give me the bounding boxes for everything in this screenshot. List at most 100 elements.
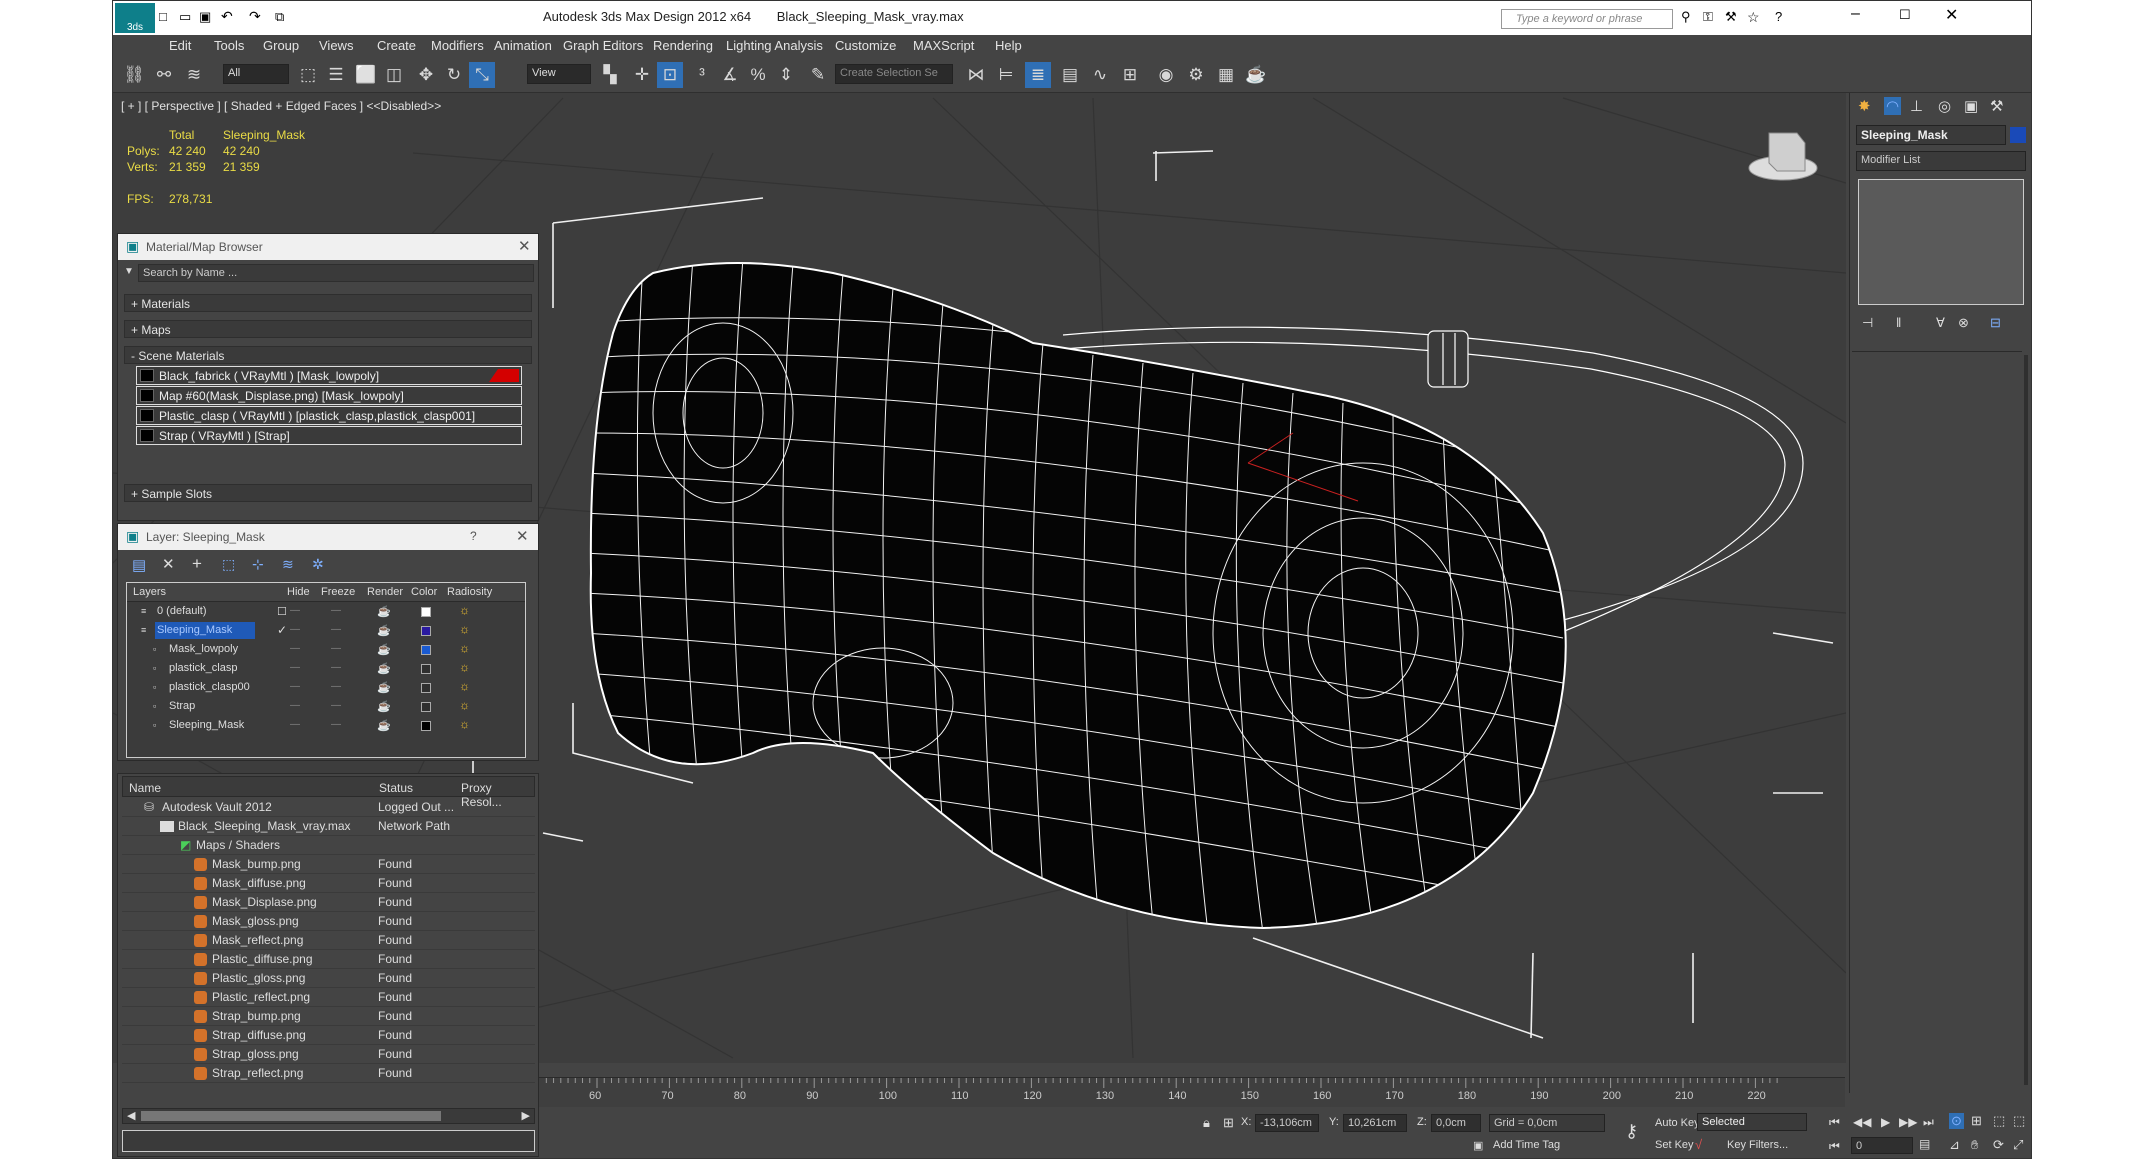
maximize-icon[interactable]: ☐	[1899, 7, 1911, 23]
help-icon[interactable]: ?	[1775, 9, 1782, 24]
layer-color-swatch[interactable]	[421, 626, 431, 636]
binoculars-icon[interactable]: ⚲	[1681, 9, 1691, 25]
material-search-input[interactable]: Search by Name ...	[138, 264, 534, 282]
object-color-swatch[interactable]	[2010, 127, 2026, 143]
layer-row[interactable]: ≡ 0 (default) ☐ — — ☕ ☼	[127, 603, 512, 622]
layer-color-swatch[interactable]	[421, 702, 431, 712]
named-selection-dropdown[interactable]: Create Selection Se	[835, 64, 953, 84]
rotate-icon[interactable]: ↻	[441, 62, 467, 88]
freeze-toggle-icon[interactable]: —	[331, 643, 341, 654]
pan-icon[interactable]: ✋︎	[1971, 1137, 1978, 1153]
key-filter-set-dropdown[interactable]: Selected	[1697, 1113, 1807, 1131]
col-color[interactable]: Color	[411, 586, 437, 598]
graphite-ribbon-icon[interactable]: ▤	[1057, 62, 1083, 88]
col-render[interactable]: Render	[367, 586, 403, 598]
new-file-icon[interactable]: □	[159, 9, 167, 24]
layer-expand-icon[interactable]: ▫	[153, 663, 156, 673]
render-toggle-icon[interactable]: ☕	[377, 624, 391, 637]
asset-row-vault[interactable]: ⛁ Autodesk Vault 2012 Logged Out ...	[122, 798, 535, 817]
layer-row[interactable]: ≡ Sleeping_Mask ✓ — — ☕ ☼	[127, 622, 512, 641]
hide-toggle-icon[interactable]: —	[290, 643, 300, 654]
hide-toggle-icon[interactable]: —	[290, 700, 300, 711]
select-by-name-icon[interactable]: ☰	[323, 62, 349, 88]
go-to-start-icon[interactable]: ⏮	[1829, 1115, 1840, 1130]
field-of-view-icon[interactable]: ⊿	[1949, 1137, 1960, 1153]
menu-modifiers[interactable]: Modifiers	[431, 38, 484, 53]
open-file-icon[interactable]: ▭	[179, 9, 191, 25]
menu-create[interactable]: Create	[377, 38, 416, 53]
y-coordinate-field[interactable]: 10,261cm	[1343, 1114, 1407, 1132]
group-maps[interactable]: + Maps	[124, 320, 532, 338]
remove-modifier-icon[interactable]: ⊗	[1958, 315, 1969, 331]
add-to-layer-icon[interactable]: +	[192, 554, 202, 574]
mirror-icon[interactable]: ⋈	[963, 62, 989, 88]
tools-icon[interactable]: ⚒	[1725, 9, 1737, 25]
scroll-right-icon[interactable]: ▶	[522, 1109, 530, 1122]
menu-tools[interactable]: Tools	[214, 38, 244, 53]
next-frame-icon[interactable]: ▶▶	[1899, 1115, 1917, 1129]
auto-key-button[interactable]: Auto Key	[1655, 1117, 1700, 1129]
render-toggle-icon[interactable]: ☕	[377, 662, 391, 675]
freeze-toggle-icon[interactable]: —	[331, 624, 341, 635]
rendered-frame-icon[interactable]: ▦	[1213, 62, 1239, 88]
window-crossing-icon[interactable]: ◫	[381, 62, 407, 88]
key-mode-toggle-icon[interactable]: ⏮	[1829, 1139, 1840, 1154]
absolute-mode-icon[interactable]: ⊞	[1223, 1115, 1234, 1131]
radiosity-toggle-icon[interactable]: ☼	[459, 660, 470, 674]
unlink-icon[interactable]: ⚯	[151, 62, 177, 88]
radiosity-toggle-icon[interactable]: ☼	[459, 641, 470, 655]
radiosity-toggle-icon[interactable]: ☼	[459, 698, 470, 712]
close-icon[interactable]: ✕	[1945, 5, 1958, 25]
render-toggle-icon[interactable]: ☕	[377, 605, 391, 618]
minimize-icon[interactable]: –	[1851, 5, 1860, 23]
keyboard-shortcut-icon[interactable]: ⊡	[657, 62, 683, 88]
timeline[interactable]: 60 70 80 90 100 110 120 130 140 150 160 170 180 190 20…	[539, 1077, 1845, 1107]
layer-expand-icon[interactable]: ≡	[141, 606, 146, 616]
app-logo-icon[interactable]: 3ds	[115, 3, 155, 33]
lock-selection-icon[interactable]: 🔒︎	[1203, 1115, 1210, 1131]
layer-expand-icon[interactable]: ▫	[153, 720, 156, 730]
render-setup-icon[interactable]: ⚙	[1183, 62, 1209, 88]
create-layer-icon[interactable]: ▤	[132, 556, 146, 574]
modifier-stack[interactable]	[1858, 179, 2024, 305]
hide-toggle-icon[interactable]: —	[290, 719, 300, 730]
radiosity-toggle-icon[interactable]: ☼	[459, 679, 470, 693]
edit-named-selection-icon[interactable]: ✎	[805, 62, 831, 88]
col-status[interactable]: Status	[379, 781, 413, 795]
zoom-all-icon[interactable]: ⊞	[1971, 1113, 1982, 1129]
scene-material-item[interactable]: Black_fabrick ( VRayMtl ) [Mask_lowpoly]	[136, 366, 522, 385]
render-toggle-icon[interactable]: ☕	[377, 719, 391, 732]
asset-row-file[interactable]: Black_Sleeping_Mask_vray.max Network Pat…	[122, 817, 535, 836]
delete-layer-icon[interactable]: ✕	[162, 555, 175, 573]
hide-toggle-icon[interactable]: —	[290, 662, 300, 673]
col-layers[interactable]: Layers	[133, 586, 166, 598]
menu-group[interactable]: Group	[263, 38, 299, 53]
render-toggle-icon[interactable]: ☕	[377, 700, 391, 713]
hide-toggle-icon[interactable]: —	[290, 605, 300, 616]
col-hide[interactable]: Hide	[287, 586, 310, 598]
save-icon[interactable]: ▣	[199, 9, 211, 25]
asset-file-row[interactable]: Plastic_reflect.png Found	[122, 988, 535, 1007]
group-materials[interactable]: + Materials	[124, 294, 532, 312]
asset-file-row[interactable]: Strap_reflect.png Found	[122, 1064, 535, 1083]
asset-file-row[interactable]: Strap_diffuse.png Found	[122, 1026, 535, 1045]
freeze-toggle-icon[interactable]: —	[331, 700, 341, 711]
snaps-toggle-icon[interactable]: ³	[689, 62, 715, 88]
layer-row[interactable]: ▫ Mask_lowpoly — — ☕ ☼	[127, 641, 512, 660]
align-icon[interactable]: ⊨	[993, 62, 1019, 88]
go-to-end-icon[interactable]: ⏭	[1923, 1115, 1934, 1130]
hide-toggle-icon[interactable]: —	[290, 624, 300, 635]
set-key-icon[interactable]: √	[1695, 1137, 1702, 1152]
rollout-scrollbar[interactable]	[2024, 355, 2028, 1085]
asset-file-row[interactable]: Mask_Displase.png Found	[122, 893, 535, 912]
time-config-icon[interactable]: ▤	[1919, 1137, 1930, 1151]
move-icon[interactable]: ✥	[413, 62, 439, 88]
layer-color-swatch[interactable]	[421, 683, 431, 693]
layer-color-swatch[interactable]	[421, 607, 431, 617]
menu-help[interactable]: Help	[995, 38, 1022, 53]
object-name-field[interactable]: Sleeping_Mask	[1856, 125, 2006, 145]
play-icon[interactable]: ▶	[1881, 1115, 1890, 1129]
angle-snap-icon[interactable]: ∡	[717, 62, 743, 88]
asset-file-row[interactable]: Mask_bump.png Found	[122, 855, 535, 874]
display-tab-icon[interactable]: ▣	[1964, 97, 1978, 115]
